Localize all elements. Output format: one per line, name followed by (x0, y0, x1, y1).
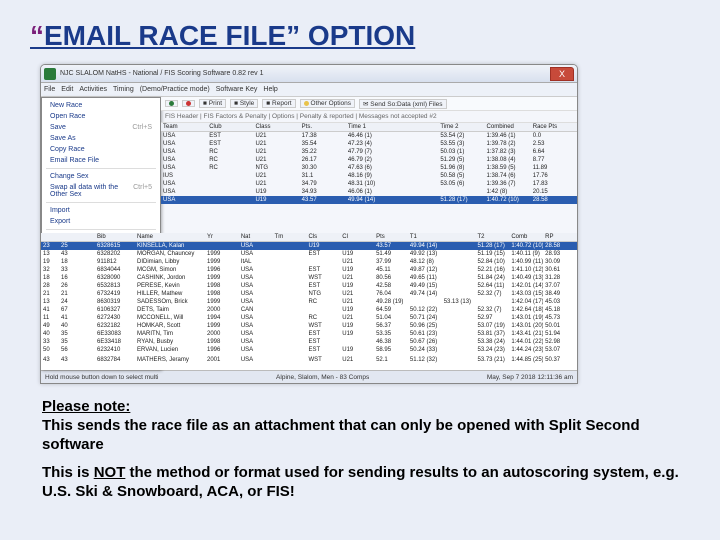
tool-print[interactable]: ■ Print (199, 99, 226, 108)
col-header[interactable]: Yr (205, 233, 239, 242)
menu-item[interactable]: Copy Race (42, 144, 160, 155)
col-header[interactable]: Name (135, 233, 205, 242)
menu-item[interactable]: Import (42, 205, 160, 216)
status-left: Hold mouse button down to select multi (45, 374, 158, 381)
col-header[interactable]: Class (253, 123, 299, 132)
col-header[interactable]: Time 1 (346, 123, 392, 132)
tool-report[interactable]: ■ Report (262, 99, 295, 108)
app-icon (44, 68, 56, 80)
tool-other[interactable]: Other Options (300, 99, 355, 108)
status-right: May, Sep 7 2018 12:11:36 am (487, 374, 573, 381)
table-row[interactable]: 21216732419HILLER, Mathew1998USANTGU2176… (41, 290, 577, 298)
table-row[interactable]: 40356E33083MARITN, Tim2000USAESTU1953.35… (41, 330, 577, 338)
menu-softwarekey[interactable]: Software Key (216, 86, 258, 93)
menu-item[interactable]: Export (42, 216, 160, 227)
table-row[interactable]: 13436328202MORGAN, Chauncey1999USAESTU19… (41, 250, 577, 258)
table-row[interactable]: 1918911812DIDimian, Libby1999ItALU2137.9… (41, 258, 577, 266)
table-row[interactable]: USAU1943.5749.94 (14)51.28 (17)1:40.72 (… (161, 196, 577, 204)
col-header[interactable]: Pts. (300, 123, 346, 132)
table-row[interactable]: USAU2134.7948.31 (10)53.05 (6)1:39.36 (7… (161, 180, 577, 188)
table-row[interactable]: 41676106327DETS, Taim2000CANU1964.5950.1… (41, 306, 577, 314)
table-row[interactable]: USARCU2126.1746.79 (2)51.29 (5)1:38.08 (… (161, 156, 577, 164)
col-header[interactable]: Nat (239, 233, 273, 242)
col-header[interactable]: Club (207, 123, 253, 132)
statusbar: Hold mouse button down to select multi A… (41, 370, 577, 383)
menubar: File Edit Activities Timing (Demo/Practi… (41, 83, 577, 97)
upper-grid: TeamClubClassPts.Time 1 Time 2CombinedRac… (161, 123, 577, 204)
table-row[interactable]: USAESTU2135.5447.23 (4)53.55 (3)1:39.78 … (161, 140, 577, 148)
col-header[interactable]: Combined (485, 123, 531, 132)
note-not: NOT (94, 464, 126, 481)
slide-title: “EMAIL RACE FILE” OPTION (30, 20, 690, 52)
notes: Please note: This sends the race file as… (42, 398, 690, 502)
toolbar: ■ Print ■ Style ■ Report Other Options ✉… (161, 97, 577, 111)
close-button[interactable]: X (550, 67, 574, 81)
tool-send[interactable]: ✉ Send So:Data (xml) Files (359, 99, 447, 109)
table-row[interactable]: USAU1934.9346.06 (1)1:42 (8)20.15 (161, 188, 577, 196)
col-header[interactable]: Cls (306, 233, 340, 242)
app-window: NJC SLALOM NatHS - National / FIS Scorin… (40, 64, 578, 384)
col-header[interactable] (77, 233, 95, 242)
col-header[interactable]: Race Pts (531, 123, 577, 132)
menu-item[interactable]: Email Race File (42, 155, 160, 166)
table-row[interactable]: 50566232410ERVAN, Lucien1996USAESTU1958.… (41, 346, 577, 354)
menu-item[interactable]: Swap all data with the Other SexCtrl+5 (42, 182, 160, 200)
table-row[interactable]: USARCU2135.2247.79 (7)50.03 (1)1:37.82 (… (161, 148, 577, 156)
col-header[interactable] (41, 233, 59, 242)
col-header[interactable]: Time 2 (438, 123, 484, 132)
menu-timing[interactable]: Timing (113, 86, 134, 93)
menu-item[interactable]: Open Race (42, 111, 160, 122)
menu-item[interactable]: New Race (42, 100, 160, 111)
header-tabs: FIS Header | FIS Factors & Penalty | Opt… (161, 111, 577, 123)
window-title: NJC SLALOM NatHS - National / FIS Scorin… (60, 70, 550, 77)
table-row[interactable]: 11416272430MCCONELL, Will1994USARCU2151.… (41, 314, 577, 322)
table-row[interactable]: USARCNTG30.3047.63 (6)51.96 (8)1:38.59 (… (161, 164, 577, 172)
menu-help[interactable]: Help (263, 86, 277, 93)
col-header[interactable]: RP (543, 233, 577, 242)
tool-green[interactable] (165, 100, 178, 107)
table-row[interactable]: 43436832784MATHERS, Jeramy2001USAWSTU215… (41, 356, 577, 364)
table-row[interactable]: 28266532813PERESE, Kevin1998USAESTU1942.… (41, 282, 577, 290)
tool-style[interactable]: ■ Style (230, 99, 258, 108)
col-header[interactable]: Pts (374, 233, 408, 242)
menu-item[interactable]: Change Sex (42, 171, 160, 182)
note-label: Please note: (42, 398, 130, 415)
menu-file[interactable]: File (44, 86, 55, 93)
table-row[interactable]: 18166328090CASHINK, Jordon1999USAWSTU218… (41, 274, 577, 282)
menu-item[interactable]: Save As (42, 133, 160, 144)
table-row[interactable]: 13248630319SADESSOm, Brick1999USARCU2149… (41, 298, 577, 306)
table-row[interactable]: 49406232182HOMKAR, Scott1999USAWSTU1956.… (41, 322, 577, 330)
table-row[interactable]: USAESTU2117.3846.46 (1)53.54 (2)1:39.46 … (161, 132, 577, 141)
col-header[interactable]: T1 (408, 233, 442, 242)
note-body-1: This sends the race file as an attachmen… (42, 417, 640, 453)
table-row[interactable]: 23256328615KINSELLA, KalanUSAU1943.5749.… (41, 242, 577, 251)
col-header[interactable] (392, 123, 438, 132)
status-mid: Alpine, Slalom, Men - 83 Comps (276, 374, 369, 381)
tool-red[interactable] (182, 100, 195, 107)
menu-edit[interactable]: Edit (61, 86, 73, 93)
menu-demo[interactable]: (Demo/Practice mode) (140, 86, 210, 93)
titlebar: NJC SLALOM NatHS - National / FIS Scorin… (41, 65, 577, 83)
table-row[interactable]: 32336834044MCGM, Simon1996USAESTU1945.11… (41, 266, 577, 274)
table-row[interactable]: 33356E33418RYAN, Busby1998USAEST46.3850.… (41, 338, 577, 346)
table-row[interactable]: IUSU2131.148.16 (9)50.58 (5)1:38.74 (6)1… (161, 172, 577, 180)
col-header[interactable] (442, 233, 476, 242)
menu-item[interactable]: SaveCtrl+S (42, 122, 160, 133)
col-header[interactable]: Team (161, 123, 207, 132)
col-header[interactable]: Tm (273, 233, 307, 242)
col-header[interactable] (59, 233, 77, 242)
col-header[interactable]: Bib (95, 233, 135, 242)
col-header[interactable]: T2 (476, 233, 510, 242)
lower-grid: BibNameYrNatTmClsClPtsT1 T2CombRP23256328… (41, 233, 577, 370)
menu-activities[interactable]: Activities (79, 86, 107, 93)
col-header[interactable]: Cl (340, 233, 374, 242)
col-header[interactable]: Comb (509, 233, 543, 242)
